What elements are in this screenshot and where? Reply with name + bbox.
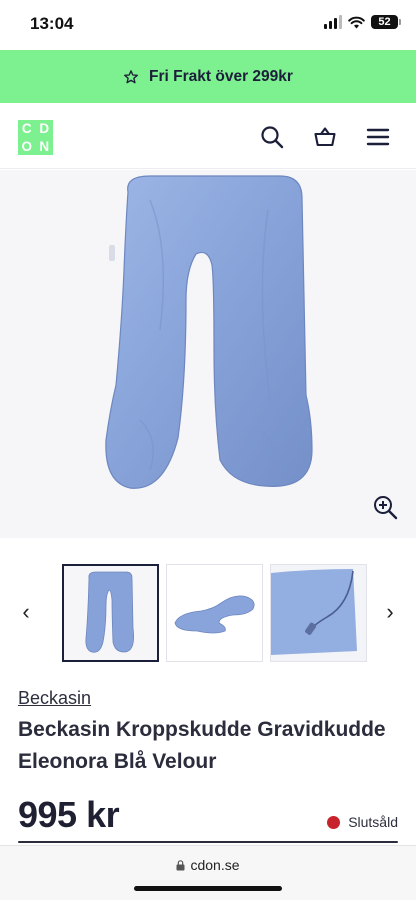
thumbnail-1[interactable] — [62, 564, 159, 662]
status-time: 13:04 — [30, 14, 74, 33]
stock-status: Slutsåld — [327, 814, 398, 830]
product-price: 995 kr — [18, 794, 120, 835]
logo-letter: C — [21, 121, 32, 137]
add-to-cart-button-edge[interactable] — [18, 841, 398, 843]
promo-banner[interactable]: Fri Frakt över 299kr — [0, 50, 416, 103]
pillow-image — [105, 175, 313, 489]
stock-status-label: Slutsåld — [348, 814, 398, 830]
thumbnail-3[interactable] — [270, 564, 367, 662]
chevron-right-icon[interactable]: › — [380, 601, 400, 623]
menu-icon[interactable] — [366, 125, 390, 149]
cdon-logo[interactable]: C D O N — [18, 120, 53, 155]
sold-out-dot-icon — [327, 815, 341, 829]
status-icons: 52 — [324, 15, 401, 29]
url-display[interactable]: cdon.se — [0, 857, 416, 873]
product-title: Beckasin Kroppskudde Gravidkud­de Eleono… — [18, 718, 386, 773]
promo-text: Fri Frakt över 299kr — [149, 67, 293, 85]
brand-link[interactable]: Beckasin — [18, 688, 91, 709]
pillow-flat-thumbnail — [167, 565, 262, 661]
basket-icon[interactable] — [313, 125, 337, 149]
lock-icon — [176, 859, 185, 870]
wifi-icon — [348, 16, 365, 28]
pillow-zipper-thumbnail — [271, 565, 366, 661]
thumbnail-2[interactable] — [166, 564, 263, 662]
signal-icon — [324, 15, 342, 29]
zoom-in-icon[interactable] — [372, 494, 398, 520]
status-bar: 13:04 52 — [0, 0, 416, 50]
logo-letter: D — [39, 121, 50, 137]
logo-letter: O — [21, 138, 32, 154]
search-icon[interactable] — [260, 125, 284, 149]
url-text: cdon.se — [190, 857, 240, 873]
home-indicator[interactable] — [134, 886, 282, 891]
battery-icon: 52 — [371, 15, 401, 29]
thumbnail-carousel: ‹ › — [0, 564, 416, 664]
logo-letter: N — [39, 138, 50, 154]
site-header: C D O N — [0, 103, 416, 169]
chevron-left-icon[interactable]: ‹ — [16, 601, 36, 623]
main-product-image[interactable] — [0, 170, 416, 538]
star-outline-icon — [124, 69, 138, 83]
browser-address-bar[interactable]: cdon.se — [0, 845, 416, 900]
pillow-front-thumbnail — [64, 566, 157, 660]
